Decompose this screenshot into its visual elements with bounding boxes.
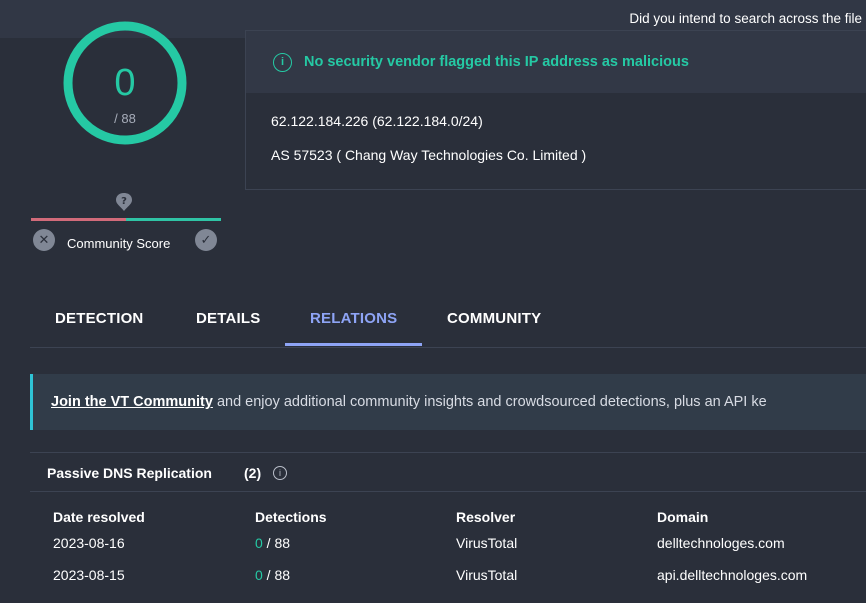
upvote-check-icon[interactable]: ✓ [195,229,217,251]
join-banner-description: and enjoy additional community insights … [212,394,767,410]
tab-community[interactable]: COMMUNITY [447,310,541,327]
report-tabs: DETECTION DETAILS RELATIONS COMMUNITY [30,290,866,348]
passive-dns-section: Passive DNS Replication (2) i Date resol… [30,452,866,603]
verdict-message: No security vendor flagged this IP addre… [304,54,689,70]
tab-detection[interactable]: DETECTION [55,310,143,327]
row-date: 2023-08-15 [53,567,125,583]
record-count: (2) [244,465,262,481]
row-detections: 0 / 88 [255,535,291,551]
verdict-banner: i No security vendor flagged this IP add… [246,31,866,93]
info-icon: i [273,53,292,72]
row-detections: 0 / 88 [255,567,291,583]
as-number: AS 57523 ( Chang Way Technologies Co. Li… [271,147,587,163]
community-score-label: Community Score [67,236,171,251]
info-icon[interactable]: i [273,466,287,480]
column-header-date: Date resolved [53,509,145,525]
row-domain-link[interactable]: api.delltechnologes.com [657,567,807,583]
column-header-detections: Detections [255,509,327,525]
downvote-close-icon[interactable]: ✕ [33,229,55,251]
tab-relations[interactable]: RELATIONS [310,310,397,327]
passive-dns-header[interactable]: Passive DNS Replication (2) i [30,452,866,492]
section-title: Passive DNS Replication [47,465,212,481]
score-total: / 88 [114,111,136,126]
column-header-resolver: Resolver [456,509,516,525]
row-resolver: VirusTotal [456,567,518,583]
tab-details[interactable]: DETAILS [196,310,260,327]
question-icon: ? [114,192,134,212]
positive-score-segment [126,218,221,221]
community-score-bar [31,218,221,221]
join-banner-text: Join the VT Community and enjoy addition… [51,394,767,410]
ip-info-card: i No security vendor flagged this IP add… [245,30,866,190]
join-community-banner: Join the VT Community and enjoy addition… [30,374,866,430]
score-value: 0 [114,62,136,104]
row-domain-link[interactable]: delltechnologes.com [657,535,785,551]
row-date: 2023-08-16 [53,535,125,551]
row-resolver: VirusTotal [456,535,518,551]
ip-address: 62.122.184.226 (62.122.184.0/24) [271,113,483,129]
negative-score-segment [31,218,126,221]
search-suggestion-link[interactable]: Did you intend to search across the file [629,11,862,26]
active-tab-indicator [285,343,422,346]
detection-score-gauge: 0 / 88 [60,18,190,148]
svg-text:?: ? [121,196,127,207]
column-header-domain: Domain [657,509,709,525]
join-community-link[interactable]: Join the VT Community [51,394,213,410]
